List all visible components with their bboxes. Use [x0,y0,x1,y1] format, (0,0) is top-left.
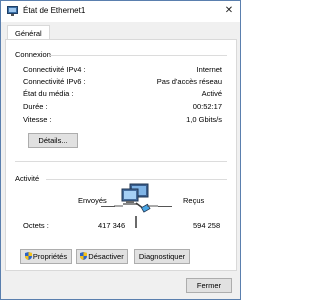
disable-button-label: Désactiver [88,252,124,261]
ipv4-label: Connectivité IPv4 : [23,65,86,74]
ipv4-value: Internet [196,65,222,74]
octets-sent-value: 417 346 [98,221,126,230]
window-title: État de Ethernet1 [23,6,86,15]
close-button-label: Fermer [196,281,222,290]
activity-divider [135,216,137,228]
ipv6-value: Pas d'accès réseau [156,77,222,86]
properties-button-label: Propriétés [32,252,68,261]
octets-received-value: 594 258 [193,221,221,230]
details-button-label: Détails... [38,136,68,145]
tab-panel-general: Connexion Connectivité IPv4 : Internet C… [5,39,237,271]
activite-heading: Activité [15,174,40,183]
section-separator [15,161,227,162]
duration-label: Durée : [23,102,48,111]
network-adapter-icon [7,6,18,16]
diagnose-button-label: Diagnostiquer [138,252,186,261]
sent-activity-line [101,206,115,207]
received-activity-line [158,206,172,207]
connexion-heading: Connexion [15,50,51,59]
sent-label: Envoyés [78,196,107,205]
speed-value: 1,0 Gbits/s [186,115,222,124]
close-window-button[interactable]: ✕ [222,4,236,18]
uac-shield-icon [24,252,32,260]
properties-button[interactable]: Propriétés [20,249,72,264]
diagnose-button[interactable]: Diagnostiquer [134,249,190,264]
status-window: État de Ethernet1 ✕ Général Connexion Co… [0,0,241,300]
activite-divider [46,179,227,180]
media-state-label: État du média : [23,89,74,98]
uac-shield-icon [80,252,88,260]
ipv6-label: Connectivité IPv6 : [23,77,86,86]
duration-value: 00:52:17 [192,102,222,111]
received-label: Reçus [183,196,205,205]
close-button[interactable]: Fermer [186,278,232,293]
close-icon: ✕ [224,5,234,16]
details-button[interactable]: Détails... [28,133,78,148]
octets-label: Octets : [23,221,49,230]
title-bar: État de Ethernet1 ✕ [1,1,240,22]
network-activity-icon [114,183,158,213]
tab-strip: Général [5,25,236,41]
media-state-value: Activé [201,89,222,98]
speed-label: Vitesse : [23,115,52,124]
connexion-divider [50,55,227,56]
disable-button[interactable]: Désactiver [76,249,128,264]
